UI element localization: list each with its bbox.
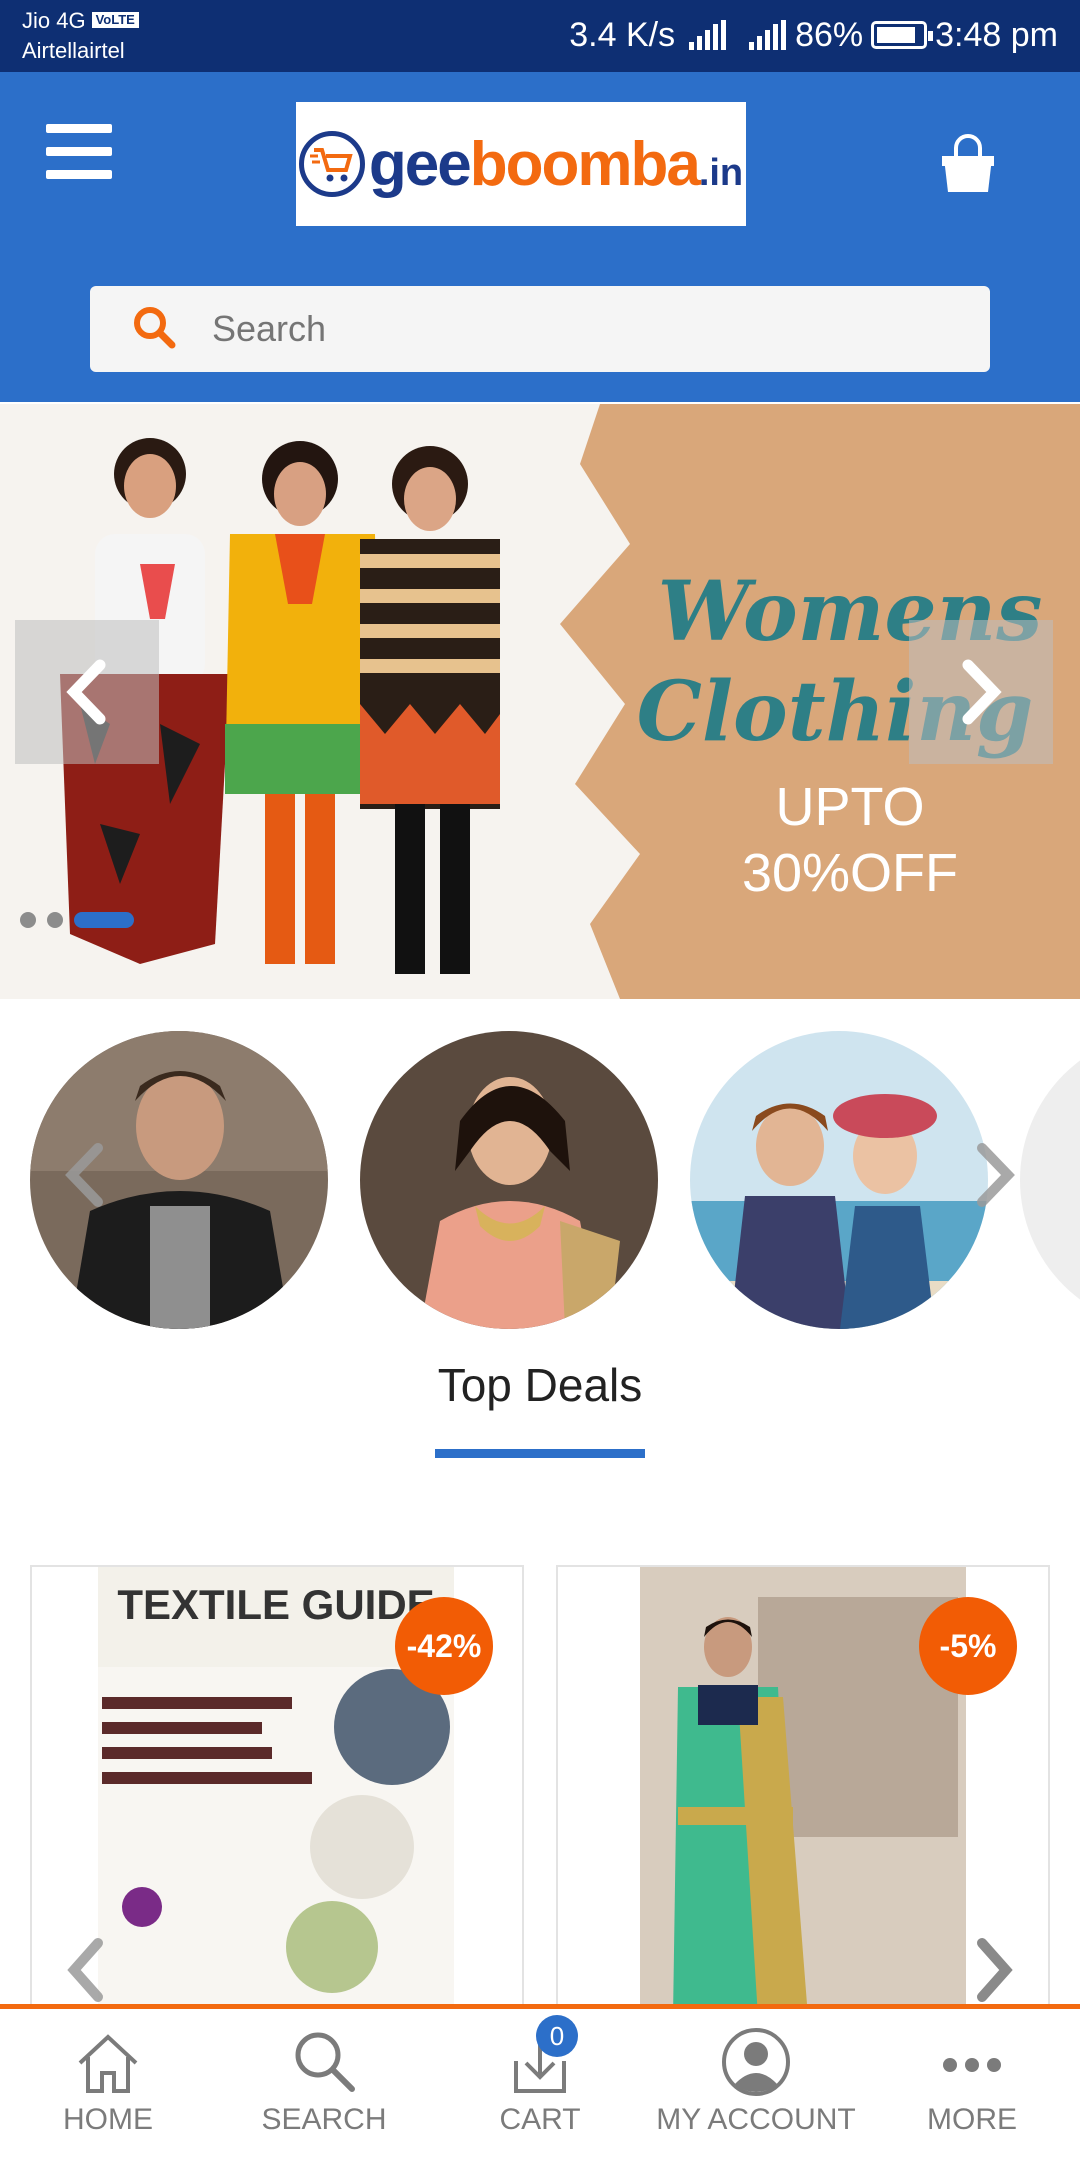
chevron-left-icon [65, 1143, 103, 1207]
chevron-right-icon [962, 659, 1002, 725]
carrier1-label: Jio 4G [22, 8, 86, 33]
nav-home-label: HOME [63, 2103, 153, 2136]
status-right: 3.4 K/s 86% 3:48 pm [569, 10, 1058, 60]
discount-badge: -5% [919, 1597, 1017, 1695]
category-women[interactable] [360, 1031, 658, 1329]
account-icon [722, 2028, 790, 2096]
textile-guide-title: TEXTILE GUIDE [117, 1581, 434, 1628]
nav-home[interactable]: HOME [0, 2009, 216, 2160]
banner-offer: UPTO 30%OFF [700, 774, 1000, 906]
banner-next-button[interactable] [909, 620, 1053, 764]
discount-badge: -42% [395, 1597, 493, 1695]
search-input[interactable] [212, 308, 912, 350]
banner-pagination [20, 912, 145, 928]
nav-cart-label: CART [499, 2103, 581, 2136]
volte-badge: VoLTE [91, 12, 139, 28]
chevron-left-icon [66, 659, 106, 725]
search-icon [295, 2032, 355, 2092]
top-deals-underline [435, 1449, 645, 1458]
carrier2-label: Airtellairtel [22, 38, 125, 63]
category-carousel [0, 1001, 1080, 1341]
logo-wordmark: geeboomba.in [368, 129, 744, 199]
nav-my-account-label: MY ACCOUNT [656, 2103, 856, 2136]
carrier-info: Jio 4G VoLTE Airtellairtel [22, 6, 139, 66]
nav-cart[interactable]: 0 CART [432, 2009, 648, 2160]
more-icon [943, 2058, 1001, 2072]
app-screen: Jio 4G VoLTE Airtellairtel 3.4 K/s 86% 3:… [0, 0, 1080, 2160]
network-speed: 3.4 K/s [569, 16, 676, 54]
deals-prev-button[interactable] [62, 1935, 110, 2005]
banner-offer-line1: UPTO [775, 777, 925, 837]
category-next-button[interactable] [970, 1140, 1020, 1210]
logo-cart-icon [298, 131, 365, 197]
nav-search[interactable]: SEARCH [216, 2009, 432, 2160]
banner-offer-line2: 30%OFF [741, 843, 959, 903]
shopping-bag-icon[interactable] [938, 134, 998, 196]
search-bar[interactable] [90, 286, 990, 372]
app-header: geeboomba.in [0, 72, 1080, 402]
kids-photo [690, 1031, 988, 1329]
menu-icon[interactable] [46, 124, 112, 184]
category-kids[interactable] [690, 1031, 988, 1329]
nav-more[interactable]: MORE [864, 2009, 1080, 2160]
banner-dot-1[interactable] [20, 912, 36, 928]
top-deals-title: Top Deals [437, 1359, 643, 1411]
signal-4g-icon [689, 20, 729, 50]
nav-my-account[interactable]: MY ACCOUNT [648, 2009, 864, 2160]
clock: 3:48 pm [935, 16, 1058, 54]
banner-prev-button[interactable] [15, 620, 159, 764]
signal-icon [749, 20, 789, 50]
search-icon [134, 307, 176, 349]
banner-dot-3[interactable] [74, 912, 134, 928]
chevron-left-icon [67, 1938, 103, 2002]
deals-next-button[interactable] [970, 1935, 1018, 2005]
cart-count-badge: 0 [536, 2015, 578, 2057]
bottom-navigation: HOME SEARCH 0 CART MY ACCOUNT MORE [0, 2004, 1080, 2160]
chevron-right-icon [977, 1143, 1015, 1207]
nav-more-label: MORE [927, 2103, 1017, 2136]
status-bar: Jio 4G VoLTE Airtellairtel 3.4 K/s 86% 3:… [0, 0, 1080, 72]
geeboomba-logo[interactable]: geeboomba.in [296, 102, 746, 226]
battery-percent: 86% [795, 16, 864, 54]
category-prev-button[interactable] [60, 1140, 110, 1210]
banner-dot-2[interactable] [47, 912, 63, 928]
chevron-right-icon [977, 1938, 1013, 2002]
home-icon [78, 2034, 138, 2093]
battery-icon [871, 21, 934, 49]
nav-search-label: SEARCH [261, 2103, 387, 2136]
women-photo [360, 1031, 658, 1329]
category-next-peek[interactable] [1020, 1031, 1080, 1329]
